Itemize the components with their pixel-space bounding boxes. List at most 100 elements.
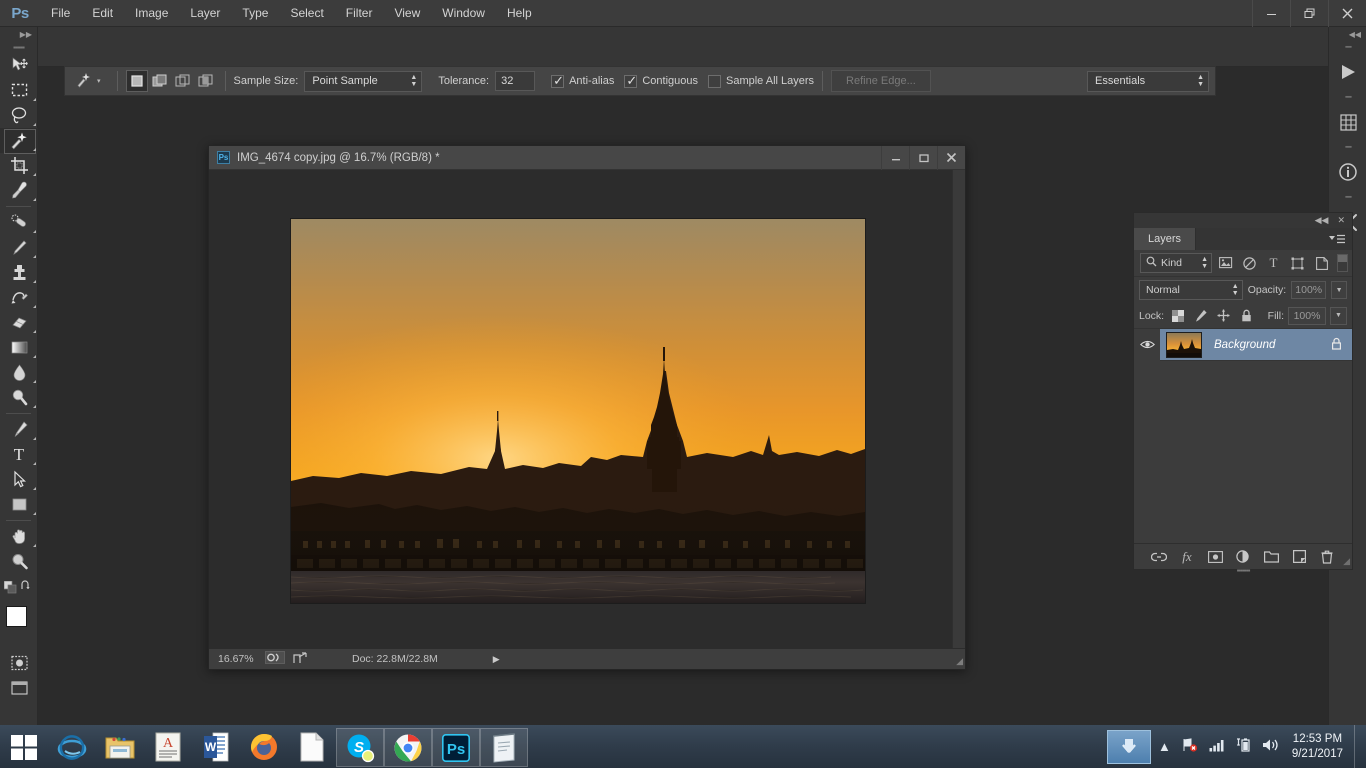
pixel-layers-filter-icon[interactable] <box>1215 253 1236 274</box>
eraser-tool[interactable] <box>0 310 38 335</box>
signal-bars-icon[interactable] <box>1205 739 1229 755</box>
foreground-color-swatch[interactable] <box>6 606 27 627</box>
gradient-tool[interactable] <box>0 335 38 360</box>
layer-thumbnail[interactable] <box>1166 332 1202 358</box>
layer-visibility-toggle[interactable] <box>1134 329 1160 361</box>
add-layer-mask-icon[interactable] <box>1205 547 1225 567</box>
taskbar-internet-explorer[interactable] <box>48 725 96 768</box>
taskbar-mozilla-firefox[interactable] <box>240 725 288 768</box>
timeline-panel-button[interactable]: ▪▪▪▪ <box>1329 42 1366 92</box>
volume-icon[interactable] <box>1258 738 1283 755</box>
opacity-input[interactable]: 100% <box>1291 281 1326 299</box>
quick-mask-mode-button[interactable] <box>0 650 38 675</box>
pen-tool[interactable] <box>0 417 38 442</box>
lasso-tool[interactable] <box>0 103 38 128</box>
menu-filter[interactable]: Filter <box>335 0 384 27</box>
link-layers-icon[interactable] <box>1149 547 1169 567</box>
document-close-button[interactable] <box>937 146 965 170</box>
eyedropper-tool[interactable] <box>0 178 38 203</box>
menu-type[interactable]: Type <box>231 0 279 27</box>
dodge-tool[interactable] <box>0 385 38 410</box>
tool-preset-picker[interactable]: ▾ <box>71 68 109 94</box>
tolerance-input[interactable]: 32 <box>495 71 535 91</box>
document-maximize-button[interactable] <box>909 146 937 170</box>
download-manager-icon[interactable] <box>1107 730 1151 764</box>
filter-toggle[interactable] <box>1337 254 1348 272</box>
canvas-vertical-scrollbar[interactable] <box>952 170 965 648</box>
panel-bottom-grip[interactable]: ▪▪▪▪▪▪▪ <box>1237 566 1250 575</box>
sample-all-layers-checkbox[interactable] <box>708 75 721 88</box>
zoom-tool[interactable] <box>0 549 38 574</box>
sample-size-dropdown[interactable]: Point Sample ▲▼ <box>304 71 422 92</box>
sample-all-layers-checkbox-row[interactable]: Sample All Layers <box>708 75 814 88</box>
close-button[interactable] <box>1328 0 1366 27</box>
subtract-from-selection-button[interactable] <box>172 70 194 92</box>
menu-help[interactable]: Help <box>496 0 543 27</box>
canvas-area[interactable] <box>209 170 965 648</box>
show-desktop-button[interactable] <box>1354 725 1362 768</box>
panel-grip[interactable]: ▪▪▪▪ <box>1329 192 1366 202</box>
panel-grip[interactable]: ▪▪▪▪ <box>1329 42 1366 52</box>
lock-image-pixels-icon[interactable] <box>1191 306 1210 325</box>
lock-all-icon[interactable] <box>1237 306 1256 325</box>
spot-healing-brush-tool[interactable] <box>0 210 38 235</box>
menu-image[interactable]: Image <box>124 0 179 27</box>
contiguous-checkbox-row[interactable]: Contiguous <box>624 75 698 88</box>
taskbar-google-chrome[interactable] <box>384 728 432 767</box>
minimize-button[interactable] <box>1252 0 1290 27</box>
menu-select[interactable]: Select <box>279 0 334 27</box>
panel-resize-grip[interactable]: ◢ <box>1343 556 1350 567</box>
menu-edit[interactable]: Edit <box>81 0 124 27</box>
rectangular-marquee-tool[interactable] <box>0 78 38 103</box>
new-layer-icon[interactable] <box>1289 547 1309 567</box>
status-expand-arrow-icon[interactable]: ▶ <box>493 654 500 665</box>
screen-mode-button[interactable] <box>0 675 38 700</box>
taskbar-file-explorer[interactable] <box>96 725 144 768</box>
fill-slider-button[interactable]: ▼ <box>1330 307 1347 325</box>
taskbar-skype[interactable]: S <box>336 728 384 767</box>
document-resize-grip[interactable]: ◢ <box>956 656 963 667</box>
menu-file[interactable]: File <box>40 0 81 27</box>
zoom-level[interactable]: 16.67% <box>209 653 261 665</box>
layer-kind-filter-dropdown[interactable]: Kind ▲▼ <box>1140 253 1212 273</box>
restore-button[interactable] <box>1290 0 1328 27</box>
hand-tool[interactable] <box>0 524 38 549</box>
taskbar-clock[interactable]: 12:53 PM 9/21/2017 <box>1286 732 1351 762</box>
anti-alias-checkbox-row[interactable]: Anti-alias <box>551 75 614 88</box>
refine-edge-button[interactable]: Refine Edge... <box>831 70 931 92</box>
new-selection-button[interactable] <box>126 70 148 92</box>
default-colors-icon[interactable] <box>4 581 17 596</box>
menu-window[interactable]: Window <box>431 0 496 27</box>
anti-alias-checkbox[interactable] <box>551 75 564 88</box>
proof-colors-icon[interactable] <box>265 651 285 667</box>
toolbar-grip[interactable]: ▪▪▪▪▪▪ <box>0 42 37 53</box>
fill-input[interactable]: 100% <box>1288 307 1326 325</box>
network-error-icon[interactable] <box>1178 738 1202 755</box>
menu-layer[interactable]: Layer <box>179 0 231 27</box>
contiguous-checkbox[interactable] <box>624 75 637 88</box>
right-dock-collapse-icon[interactable]: ◀◀ <box>1329 27 1366 42</box>
panel-menu-icon[interactable] <box>1329 228 1352 250</box>
show-hidden-icons-arrow[interactable]: ▲ <box>1154 739 1175 754</box>
start-button[interactable] <box>0 725 48 768</box>
share-icon[interactable] <box>293 651 308 667</box>
smart-object-filter-icon[interactable] <box>1311 253 1332 274</box>
blur-tool[interactable] <box>0 360 38 385</box>
tab-layers[interactable]: Layers <box>1134 228 1196 250</box>
new-adjustment-layer-icon[interactable] <box>1233 547 1253 567</box>
lock-transparent-pixels-icon[interactable] <box>1168 306 1187 325</box>
image-canvas[interactable] <box>290 218 866 604</box>
clone-stamp-tool[interactable] <box>0 260 38 285</box>
magic-wand-tool[interactable] <box>0 128 38 153</box>
move-tool[interactable] <box>0 53 38 78</box>
shape-layers-filter-icon[interactable] <box>1287 253 1308 274</box>
taskbar-document[interactable] <box>288 725 336 768</box>
horizontal-type-tool[interactable]: T <box>0 442 38 467</box>
taskbar-adobe-photoshop[interactable]: Ps <box>432 728 480 767</box>
info-panel-button[interactable]: ▪▪▪▪ <box>1329 142 1366 192</box>
lock-position-icon[interactable] <box>1214 306 1233 325</box>
taskbar-microsoft-word[interactable]: W <box>192 725 240 768</box>
panel-grip[interactable]: ▪▪▪▪ <box>1329 142 1366 152</box>
taskbar-notepad[interactable] <box>480 728 528 767</box>
adjustment-layers-filter-icon[interactable] <box>1239 253 1260 274</box>
